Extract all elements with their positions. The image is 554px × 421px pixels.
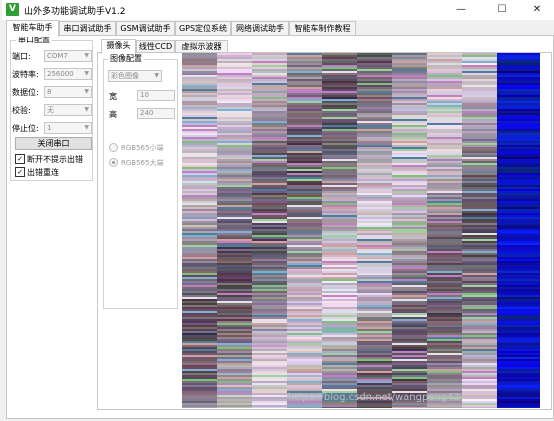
stopbits-select[interactable]: 1 ▼ xyxy=(44,122,92,134)
port-value: COM7 xyxy=(47,52,68,60)
title-bar[interactable]: V 山外多功能调试助手V1.2 — ☐ ✕ xyxy=(2,0,554,20)
camera-image xyxy=(182,53,540,408)
minimize-button[interactable]: — xyxy=(444,0,478,20)
image-mode-value: 彩色图像 xyxy=(111,72,139,80)
tab-gsm-debug[interactable]: GSM调试助手 xyxy=(116,21,175,36)
image-mode-select[interactable]: 彩色图像 ▼ xyxy=(108,70,162,82)
tab-smartcar-tutorial[interactable]: 智能车制作教程 xyxy=(289,21,356,36)
chevron-down-icon: ▼ xyxy=(84,88,89,95)
close-button[interactable]: ✕ xyxy=(520,0,554,20)
databits-label: 数据位: xyxy=(12,88,39,97)
watermark: https://blog.csdn.net/wangpeng42 xyxy=(288,392,460,403)
main-tab-strip: 智能车助手 串口调试助手 GSM调试助手 GPS定位系统 网络调试助手 智能车制… xyxy=(6,20,546,37)
tab-serial-debug[interactable]: 串口调试助手 xyxy=(59,21,116,36)
checkmark-icon: ✓ xyxy=(17,155,23,163)
camera-panel: 图像配置 彩色图像 ▼ 宽 10 高 240 RGB565小端 RGB565大端 xyxy=(97,52,552,410)
rgb565-big-endian-label: RGB565大端 xyxy=(121,159,164,167)
stopbits-label: 停止位: xyxy=(12,124,39,133)
width-input[interactable]: 10 xyxy=(137,90,175,101)
databits-select[interactable]: 8 ▼ xyxy=(44,86,92,98)
chevron-down-icon: ▼ xyxy=(154,72,159,79)
auto-reconnect-checkbox[interactable]: ✓ xyxy=(15,167,25,177)
rgb565-little-endian-radio[interactable] xyxy=(109,143,118,152)
tab-network-debug[interactable]: 网络调试助手 xyxy=(231,21,289,36)
baud-value: 256000 xyxy=(47,70,74,78)
height-label: 高 xyxy=(109,110,117,119)
parity-label: 校验: xyxy=(12,106,31,115)
auto-reconnect-label: 出错重连 xyxy=(27,168,59,177)
close-port-button[interactable]: 关闭串口 xyxy=(15,137,92,150)
height-input[interactable]: 240 xyxy=(137,108,175,119)
parity-select[interactable]: 无 ▼ xyxy=(44,104,92,116)
tab-smartcar-assistant[interactable]: 智能车助手 xyxy=(6,20,59,37)
image-config-title: 图像配置 xyxy=(108,53,144,64)
databits-value: 8 xyxy=(47,88,52,96)
port-select[interactable]: COM7 ▼ xyxy=(44,50,92,62)
stopbits-value: 1 xyxy=(47,124,52,132)
baud-label: 波特率: xyxy=(12,70,39,79)
image-config-group: 图像配置 彩色图像 ▼ 宽 10 高 240 RGB565小端 RGB565大端 xyxy=(103,53,178,309)
tab-gps-location[interactable]: GPS定位系统 xyxy=(175,21,231,36)
chevron-down-icon: ▼ xyxy=(84,70,89,77)
port-label: 端口: xyxy=(12,52,31,61)
baud-select[interactable]: 256000 ▼ xyxy=(44,68,92,80)
tab-camera[interactable]: 摄像头 xyxy=(101,39,136,54)
checkmark-icon: ✓ xyxy=(17,168,23,176)
no-error-prompt-checkbox[interactable]: ✓ xyxy=(15,154,25,164)
app-logo-icon: V xyxy=(6,3,19,16)
app-window: V 山外多功能调试助手V1.2 — ☐ ✕ 智能车助手 串口调试助手 GSM调试… xyxy=(2,0,554,421)
parity-value: 无 xyxy=(47,106,54,114)
camera-image-display xyxy=(182,53,540,408)
chevron-down-icon: ▼ xyxy=(84,106,89,113)
main-tab-panel: 串口配置 端口: COM7 ▼ 波特率: 256000 ▼ 数据位: 8 ▼ 校验: … xyxy=(6,34,554,419)
width-label: 宽 xyxy=(109,92,117,101)
rgb565-big-endian-radio[interactable] xyxy=(109,158,118,167)
no-error-prompt-label: 断开不提示出错 xyxy=(27,155,83,164)
maximize-button[interactable]: ☐ xyxy=(485,0,519,20)
rgb565-little-endian-label: RGB565小端 xyxy=(121,144,164,152)
window-title: 山外多功能调试助手V1.2 xyxy=(24,7,126,17)
chevron-down-icon: ▼ xyxy=(84,124,89,131)
chevron-down-icon: ▼ xyxy=(84,52,89,59)
